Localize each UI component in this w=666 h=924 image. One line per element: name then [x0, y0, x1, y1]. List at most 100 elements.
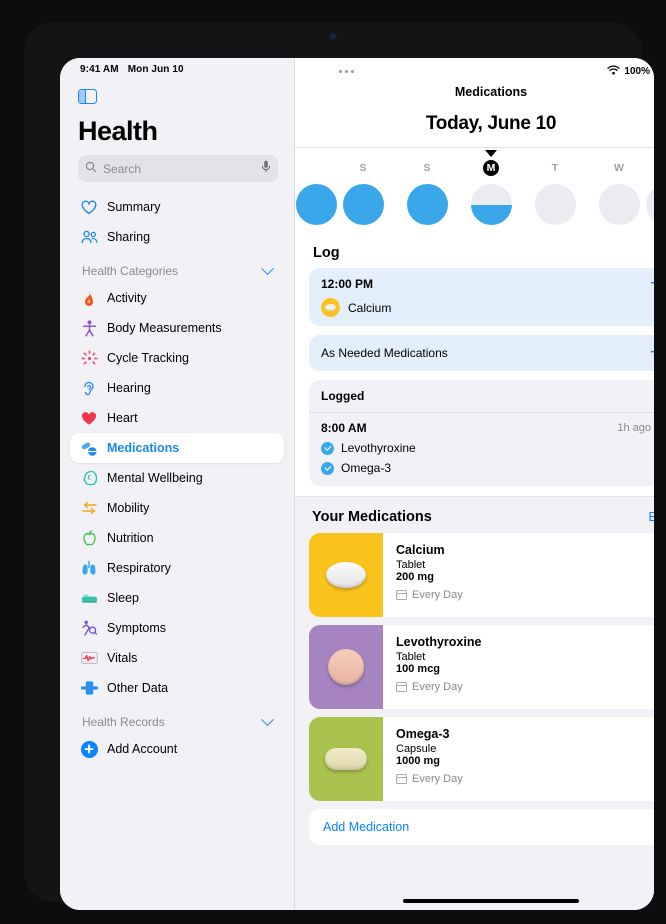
search-placeholder: Search [103, 161, 142, 176]
flame-icon [80, 289, 98, 307]
sidebar-item-label: Other Data [107, 681, 169, 695]
search-input[interactable]: Search [78, 155, 278, 182]
sidebar-item-other-data[interactable]: Other Data [70, 673, 284, 703]
oval-tablet-icon [326, 562, 366, 588]
page-title: Health [78, 116, 158, 146]
day-cell[interactable]: S [331, 160, 395, 225]
sidebar-item-medications[interactable]: Medications [70, 433, 284, 463]
apple-icon [80, 529, 98, 547]
sidebar-item-label: Activity [107, 291, 147, 305]
day-progress-ring [598, 184, 640, 225]
edit-button[interactable]: Edit [648, 510, 654, 524]
nav-bar-title: Medications [454, 85, 528, 99]
sidebar-item-label: Vitals [107, 651, 138, 665]
day-selector: S S M T W [295, 148, 654, 225]
health-records-header[interactable]: Health Records [70, 703, 284, 734]
logged-entry-header[interactable]: 8:00 AM 1h ago [321, 421, 654, 435]
dose-time: 12:00 PM [321, 277, 374, 291]
sidebar-item-label: Sharing [107, 230, 151, 244]
body-icon [80, 319, 98, 337]
day-letter: S [359, 162, 367, 174]
add-as-needed-button[interactable]: + [650, 343, 654, 362]
day-cell[interactable]: T [523, 160, 587, 225]
device-bezel: 9:41 AM Mon Jun 10 Health Search Summary… [24, 22, 654, 910]
medication-row[interactable]: Omega-3 Capsule 1000 mg Every Day [309, 717, 654, 801]
sidebar-item-label: Add Account [107, 742, 178, 756]
people-icon [80, 228, 98, 246]
medication-frequency: Every Day [412, 773, 463, 785]
add-circle-icon [80, 740, 98, 758]
sidebar-toggle-icon[interactable] [78, 89, 97, 104]
home-indicator [403, 898, 579, 903]
sidebar-item-respiratory[interactable]: Respiratory [70, 553, 284, 583]
day-cell[interactable]: W [587, 160, 651, 225]
day-progress-ring [406, 184, 448, 225]
microphone-icon[interactable] [261, 160, 271, 178]
medication-thumbnail [309, 625, 383, 709]
status-bar-right: 100% [295, 58, 654, 78]
round-tablet-icon [328, 649, 364, 685]
medication-row[interactable]: Levothyroxine Tablet 100 mcg Every Day [309, 625, 654, 709]
sidebar-item-label: Mental Wellbeing [107, 471, 203, 485]
sidebar-item-body-measurements[interactable]: Body Measurements [70, 313, 284, 343]
day-letter: S [423, 162, 431, 174]
sidebar-item-cycle-tracking[interactable]: Cycle Tracking [70, 343, 284, 373]
plus-cross-icon [80, 679, 98, 697]
cycle-icon [80, 349, 98, 367]
medication-row[interactable]: Calcium Tablet 200 mg Every Day [309, 533, 654, 617]
logged-card: Logged 8:00 AM 1h ago Levothyroxine Omeg… [309, 380, 654, 486]
sidebar-item-summary[interactable]: Summary [70, 192, 284, 222]
sidebar-item-add-account[interactable]: Add Account [70, 734, 284, 764]
search-icon [85, 160, 97, 178]
medication-name: Calcium [396, 543, 445, 557]
dose-medication-name: Calcium [348, 300, 392, 315]
sidebar-item-activity[interactable]: Activity [70, 283, 284, 313]
sidebar-item-sleep[interactable]: Sleep [70, 583, 284, 613]
log-title: Log [313, 245, 340, 261]
ear-icon [80, 379, 98, 397]
sidebar-item-vitals[interactable]: Vitals [70, 643, 284, 673]
chevron-down-icon[interactable] [261, 712, 274, 726]
medication-frequency: Every Day [412, 681, 463, 693]
day-letter: T [551, 162, 559, 174]
day-cell[interactable] [295, 160, 337, 225]
sidebar-item-mobility[interactable]: Mobility [70, 493, 284, 523]
sidebar-item-label: Summary [107, 200, 161, 214]
sidebar-item-nutrition[interactable]: Nutrition [70, 523, 284, 553]
ipad-device: 9:41 AM Mon Jun 10 Health Search Summary… [0, 0, 666, 924]
calcium-pill-icon [321, 298, 340, 317]
day-cell[interactable]: S [395, 160, 459, 225]
day-cell-today[interactable]: M [459, 160, 523, 225]
sidebar-item-sharing[interactable]: Sharing [70, 222, 284, 252]
bed-icon [80, 589, 98, 607]
sidebar-item-symptoms[interactable]: Symptoms [70, 613, 284, 643]
chevron-down-icon[interactable] [261, 261, 274, 275]
sidebar-item-hearing[interactable]: Hearing [70, 373, 284, 403]
sidebar-item-heart[interactable]: Heart [70, 403, 284, 433]
sidebar: 9:41 AM Mon Jun 10 Health Search Summary… [60, 58, 294, 910]
as-needed-card[interactable]: As Needed Medications + [309, 335, 654, 371]
health-records-label: Health Records [82, 715, 165, 729]
week-strip: S S M T W [295, 147, 654, 235]
add-medication-button[interactable]: Add Medication [309, 809, 654, 845]
health-categories-header[interactable]: Health Categories [70, 252, 284, 283]
more-options-icon[interactable] [339, 69, 354, 73]
check-circle-icon [321, 441, 334, 455]
heart-outline-icon [80, 198, 98, 216]
sidebar-item-label: Symptoms [107, 621, 167, 635]
content-scroll[interactable]: Log 12:00 PM + Calcium [295, 235, 654, 910]
day-progress-ring [295, 184, 337, 225]
scheduled-dose-card[interactable]: 12:00 PM + Calcium [309, 268, 654, 326]
capsule-icon [325, 748, 367, 770]
logged-item: Omega-3 [321, 461, 654, 475]
day-cell[interactable] [645, 160, 654, 225]
as-needed-label: As Needed Medications [321, 346, 448, 360]
day-progress-ring [342, 184, 384, 225]
sidebar-item-mental-wellbeing[interactable]: Mental Wellbeing [70, 463, 284, 493]
logged-ago[interactable]: 1h ago [617, 422, 654, 434]
calendar-icon [396, 590, 407, 600]
main-panel: 100% Medications Today, June 10 S S M T … [294, 58, 654, 910]
day-progress-ring [534, 184, 576, 225]
add-dose-button[interactable]: + [650, 274, 654, 293]
medication-dose: 100 mcg [396, 663, 441, 675]
